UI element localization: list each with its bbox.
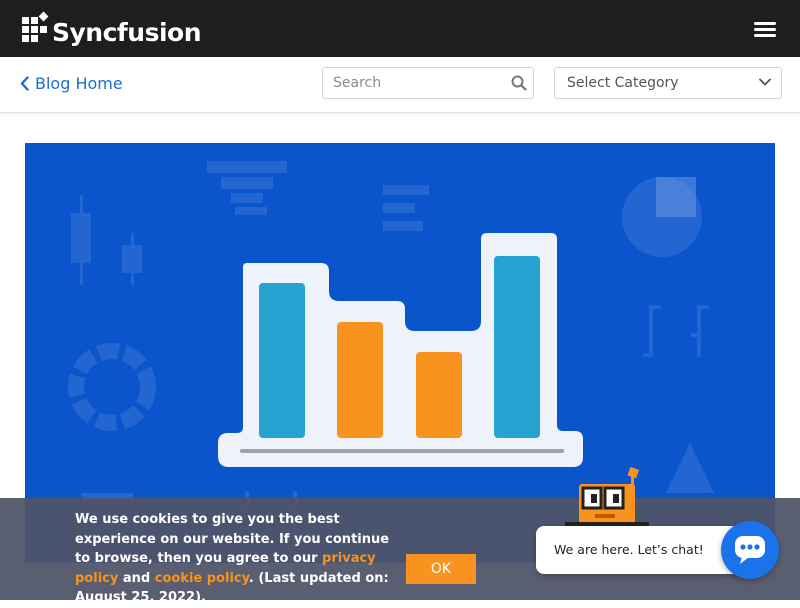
chat-prompt-bubble[interactable]: We are here. Let’s chat!	[536, 526, 742, 574]
cookie-message: We use cookies to give you the best expe…	[75, 510, 395, 608]
chat-icon	[735, 536, 765, 564]
cookie-ok-button[interactable]: OK	[406, 554, 476, 584]
hamburger-menu-icon[interactable]	[754, 22, 776, 38]
chevron-left-icon	[20, 76, 29, 91]
chat-launcher-button[interactable]	[721, 521, 779, 579]
chat-mascot-icon	[565, 466, 649, 530]
search-input[interactable]	[323, 68, 503, 98]
cookie-text-and: and	[118, 570, 155, 586]
logo-grid-icon	[22, 11, 56, 45]
blog-home-label: Blog Home	[35, 74, 123, 93]
category-select-value: Select Category	[567, 75, 679, 91]
category-select[interactable]: Select Category	[554, 67, 782, 99]
chat-prompt-text: We are here. Let’s chat!	[554, 542, 704, 557]
syncfusion-logo[interactable]: Syncfusion	[22, 11, 202, 47]
chevron-down-icon	[759, 78, 771, 86]
search-box	[322, 67, 534, 99]
blog-subnav: Blog Home Select Category	[0, 57, 800, 113]
blog-home-link[interactable]: Blog Home	[20, 74, 123, 93]
brand-name: Syncfusion	[52, 17, 202, 47]
search-icon[interactable]	[511, 75, 527, 91]
cookie-policy-link[interactable]: cookie policy	[155, 571, 249, 586]
site-header: Syncfusion	[0, 0, 800, 57]
